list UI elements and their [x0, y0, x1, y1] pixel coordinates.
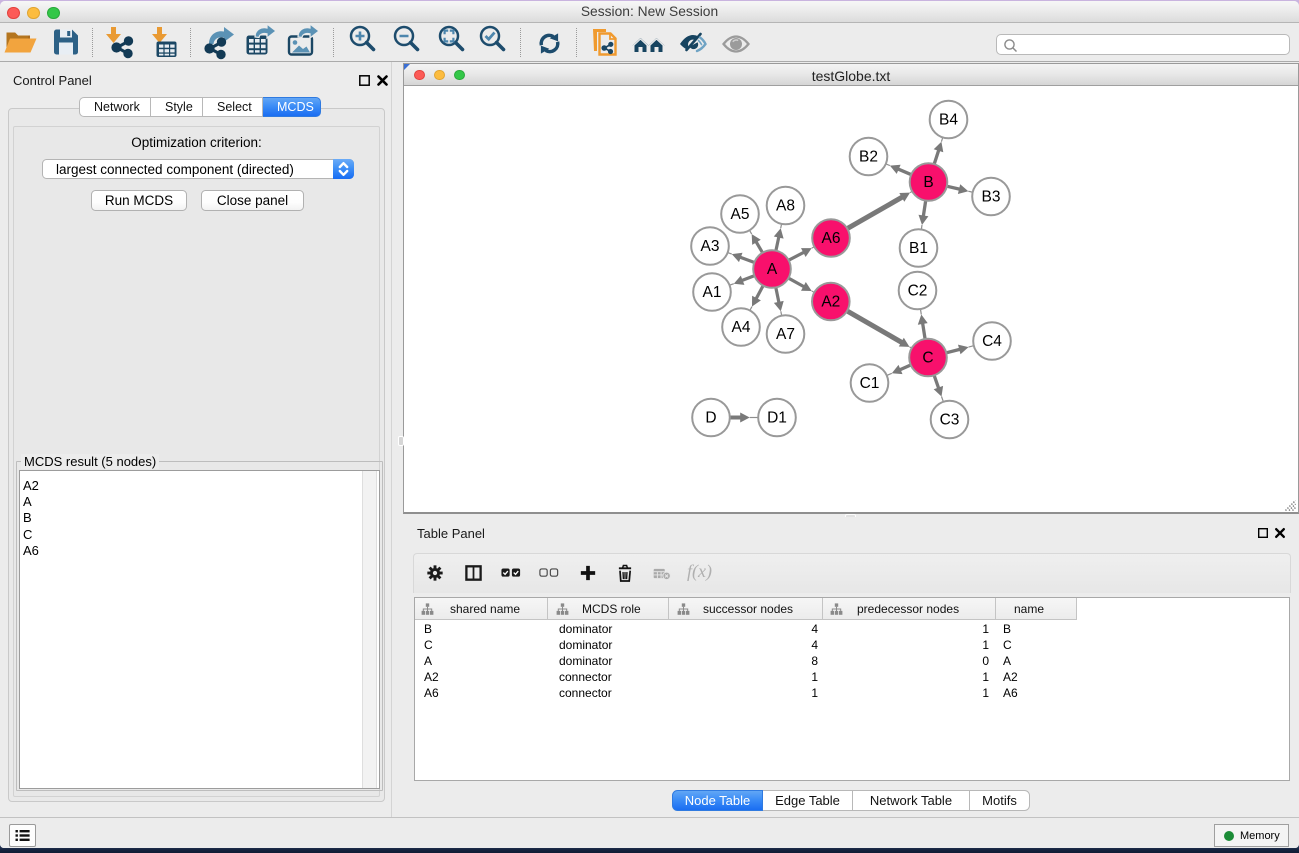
svg-text:D: D [705, 410, 716, 427]
svg-text:A5: A5 [731, 206, 750, 223]
svg-text:A4: A4 [732, 319, 751, 336]
svg-text:C4: C4 [982, 333, 1002, 350]
svg-text:B4: B4 [939, 112, 958, 129]
svg-text:A1: A1 [703, 284, 722, 301]
svg-text:C1: C1 [860, 375, 880, 392]
svg-text:A3: A3 [701, 238, 720, 255]
svg-text:D1: D1 [767, 410, 787, 427]
svg-text:A: A [767, 261, 778, 278]
svg-text:A2: A2 [821, 294, 840, 311]
svg-text:C: C [922, 350, 933, 367]
svg-text:B: B [923, 174, 933, 191]
svg-text:B3: B3 [982, 189, 1001, 206]
svg-text:C2: C2 [908, 283, 928, 300]
svg-text:A8: A8 [776, 198, 795, 215]
svg-text:B1: B1 [909, 240, 928, 257]
svg-text:B2: B2 [859, 149, 878, 166]
svg-text:C3: C3 [940, 412, 960, 429]
svg-text:A6: A6 [822, 230, 841, 247]
svg-text:A7: A7 [776, 326, 795, 343]
